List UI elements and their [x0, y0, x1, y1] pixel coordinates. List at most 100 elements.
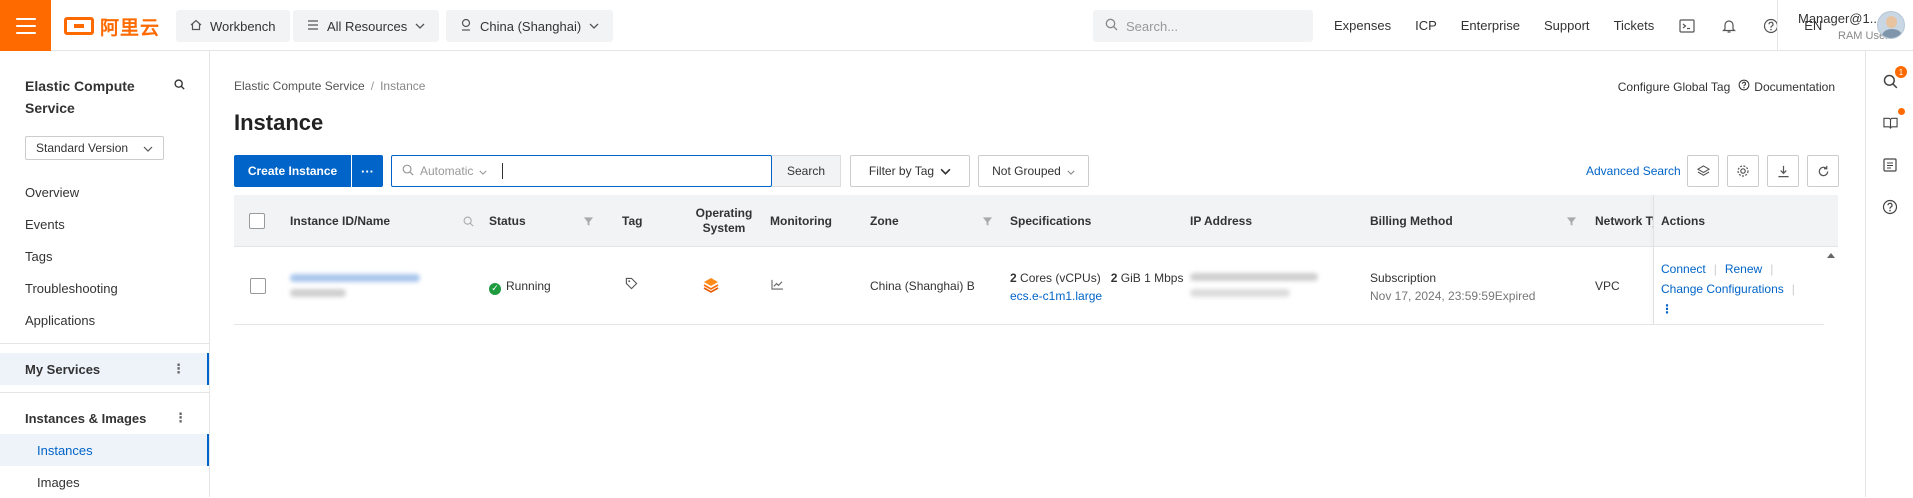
workbench-button[interactable]: Workbench — [176, 10, 290, 42]
actions-cell: Connect | Renew | Change Configurations | ⋮ — [1661, 262, 1795, 316]
menu-icon[interactable] — [0, 0, 51, 51]
column-header-instance-id: Instance ID/Name — [290, 213, 391, 228]
search-icon[interactable] — [174, 78, 185, 93]
check-circle-icon: ✓ — [489, 282, 501, 295]
help-icon[interactable] — [1880, 197, 1900, 217]
refresh-icon[interactable] — [1807, 155, 1839, 187]
text-cursor — [502, 163, 503, 179]
table-row: ✓ Running China (Shanghai) B 2 Cores (vCP… — [234, 247, 1824, 325]
expiry-date-cell: Nov 17, 2024, 23:59:59Expired — [1370, 289, 1536, 303]
instance-search-input[interactable]: Automatic — [391, 155, 772, 187]
chevron-down-icon — [940, 164, 951, 178]
os-logo-icon — [703, 277, 719, 296]
connect-link[interactable]: Connect — [1661, 262, 1706, 276]
sidebar-item-overview[interactable]: Overview — [25, 185, 79, 200]
sidebar-section-instances-images[interactable]: Instances & Images ⋮ — [0, 402, 209, 434]
chevron-down-icon — [479, 164, 487, 178]
table-scrollbar[interactable] — [1824, 247, 1838, 497]
column-header-specifications: Specifications — [1010, 213, 1092, 228]
enterprise-link[interactable]: Enterprise — [1461, 18, 1520, 33]
product-title: Elastic Compute Service — [25, 78, 135, 116]
sidebar-item-tags[interactable]: Tags — [25, 249, 52, 264]
terminal-icon[interactable] — [1678, 17, 1696, 35]
page-links: Configure Global Tag Documentation — [1618, 79, 1835, 94]
breadcrumb: Elastic Compute Service / Instance — [234, 79, 425, 93]
search-mode-select[interactable]: Automatic — [392, 164, 502, 179]
instance-id-redacted[interactable] — [290, 274, 420, 282]
search-icon — [402, 164, 414, 179]
right-rail: 1 — [1865, 51, 1913, 497]
grouping-dropdown[interactable]: Not Grouped — [978, 155, 1089, 187]
breadcrumb-root[interactable]: Elastic Compute Service — [234, 79, 365, 93]
top-navigation-bar: 阿里云 Workbench All Resources China (Shang… — [0, 0, 1913, 51]
list-icon[interactable] — [1880, 155, 1900, 175]
user-menu[interactable]: Manager@1... RAM User — [1777, 0, 1913, 51]
expenses-link[interactable]: Expenses — [1334, 18, 1391, 33]
chevron-down-icon — [143, 141, 153, 155]
all-resources-dropdown[interactable]: All Resources — [293, 10, 440, 42]
sidebar-item-events[interactable]: Events — [25, 217, 65, 232]
filter-icon[interactable] — [1566, 195, 1577, 247]
create-instance-button[interactable]: Create Instance — [234, 155, 351, 187]
aliyun-logo[interactable]: 阿里云 — [64, 14, 160, 39]
page-title: Instance — [234, 110, 324, 135]
advanced-search-link[interactable]: Advanced Search — [1586, 164, 1681, 178]
breadcrumb-current: Instance — [380, 79, 426, 93]
select-all-checkbox[interactable] — [249, 195, 265, 247]
instance-type-link[interactable]: ecs.e-c1m1.large — [1010, 289, 1102, 303]
documentation-link[interactable]: Documentation — [1738, 79, 1835, 94]
more-vertical-icon[interactable]: ⋮ — [1661, 302, 1673, 316]
divider — [0, 343, 209, 344]
notification-badge: 1 — [1895, 66, 1907, 78]
icp-link[interactable]: ICP — [1415, 18, 1437, 33]
status-cell: ✓ Running — [489, 279, 551, 295]
column-header-tag: Tag — [622, 213, 643, 228]
more-vertical-icon[interactable]: ⋮ — [174, 410, 187, 426]
chevron-down-icon — [1067, 164, 1075, 178]
sidebar-item-troubleshooting[interactable]: Troubleshooting — [25, 281, 118, 296]
search-icon — [1105, 18, 1118, 34]
change-configurations-link[interactable]: Change Configurations — [1661, 282, 1784, 296]
filter-icon[interactable] — [583, 195, 594, 247]
filter-icon[interactable] — [982, 195, 993, 247]
chevron-down-icon — [415, 21, 425, 32]
sidebar-item-images[interactable]: Images — [0, 466, 209, 498]
row-checkbox[interactable] — [250, 278, 266, 294]
network-type-cell: VPC — [1595, 279, 1620, 293]
version-select[interactable]: Standard Version — [25, 136, 164, 160]
region-dropdown[interactable]: China (Shanghai) — [446, 10, 614, 42]
bell-icon[interactable] — [1720, 17, 1738, 35]
tickets-link[interactable]: Tickets — [1614, 18, 1655, 33]
sidebar-item-my-services[interactable]: My Services ⋮ — [0, 353, 209, 385]
stack-icon — [307, 19, 319, 34]
table-header: Instance ID/Name Status Tag Operating Sy… — [234, 195, 1838, 247]
billing-method-cell: Subscription — [1370, 271, 1437, 285]
zone-cell: China (Shanghai) B — [870, 279, 975, 293]
sidebar: Elastic Compute Service Standard Version… — [0, 51, 210, 497]
renew-link[interactable]: Renew — [1725, 262, 1762, 276]
sidebar-item-instances[interactable]: Instances — [0, 434, 209, 466]
global-search-input[interactable]: Search... — [1093, 10, 1313, 42]
divider — [0, 392, 209, 393]
filter-by-tag-dropdown[interactable]: Filter by Tag — [850, 155, 970, 187]
breadcrumb-separator: / — [370, 79, 375, 93]
column-header-os: Operating System — [695, 206, 753, 235]
layers-icon[interactable] — [1687, 155, 1719, 187]
avatar[interactable] — [1877, 11, 1905, 39]
book-icon[interactable] — [1880, 113, 1900, 133]
more-vertical-icon[interactable]: ⋮ — [172, 361, 185, 377]
chevron-down-icon — [589, 21, 599, 32]
monitoring-chart-icon[interactable] — [771, 279, 784, 293]
create-more-button[interactable]: ··· — [352, 155, 383, 187]
search-button[interactable]: Search — [772, 155, 841, 187]
download-icon[interactable] — [1767, 155, 1799, 187]
header-links: Expenses ICP Enterprise Support Tickets … — [1334, 0, 1822, 51]
configure-global-tag-link[interactable]: Configure Global Tag — [1618, 80, 1731, 94]
gear-icon[interactable] — [1727, 155, 1759, 187]
support-link[interactable]: Support — [1544, 18, 1590, 33]
tag-icon[interactable] — [625, 277, 638, 293]
scroll-up-icon[interactable] — [1827, 253, 1835, 258]
help-icon — [1738, 79, 1750, 94]
search-icon[interactable] — [463, 195, 474, 247]
sidebar-item-applications[interactable]: Applications — [25, 313, 95, 328]
